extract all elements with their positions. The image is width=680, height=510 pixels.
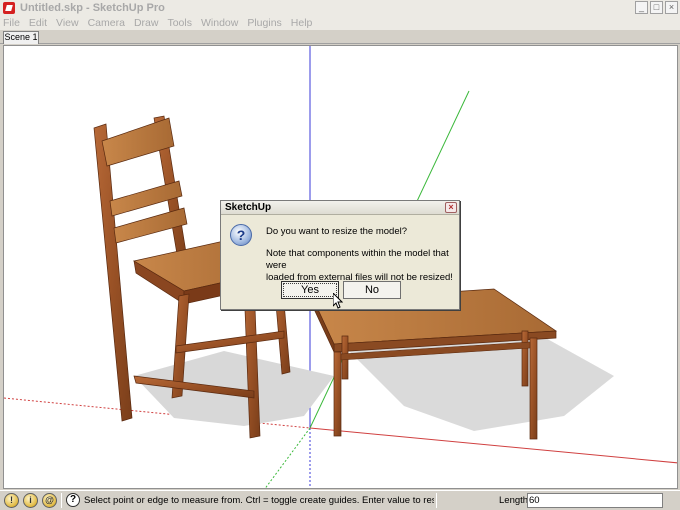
dialog-note-line-1: Note that components within the model th… bbox=[266, 248, 449, 271]
maximize-button[interactable]: □ bbox=[650, 1, 663, 14]
minimize-button[interactable]: _ bbox=[635, 1, 648, 14]
dialog-title: SketchUp bbox=[225, 202, 272, 213]
sketchup-app-icon[interactable] bbox=[3, 2, 15, 14]
status-separator bbox=[61, 493, 62, 508]
window-controls: _ □ × bbox=[635, 1, 678, 14]
dialog-close-button[interactable]: × bbox=[445, 202, 457, 213]
question-icon: ? bbox=[230, 224, 252, 246]
length-input[interactable]: 60 bbox=[527, 493, 663, 508]
menu-draw[interactable]: Draw bbox=[134, 17, 159, 29]
sky-area bbox=[4, 46, 677, 91]
dialog-question: Do you want to resize the model? bbox=[266, 226, 407, 237]
close-button[interactable]: × bbox=[665, 1, 678, 14]
menu-view[interactable]: View bbox=[56, 17, 79, 29]
menu-help[interactable]: Help bbox=[291, 17, 313, 29]
status-message: Select point or edge to measure from. Ct… bbox=[84, 495, 434, 506]
status-bar: ! i @ ? Select point or edge to measure … bbox=[0, 490, 680, 510]
menu-camera[interactable]: Camera bbox=[88, 17, 125, 29]
menu-edit[interactable]: Edit bbox=[29, 17, 47, 29]
credits-icon[interactable]: i bbox=[23, 493, 38, 508]
dialog-note: Note that components within the model th… bbox=[266, 248, 461, 284]
user-icon[interactable]: @ bbox=[42, 493, 57, 508]
scene-tab-bar: Scene 1 bbox=[0, 30, 680, 44]
red-axis bbox=[309, 427, 677, 464]
menu-bar: File Edit View Camera Draw Tools Window … bbox=[0, 16, 680, 30]
green-axis-dotted bbox=[264, 427, 311, 488]
window-title: Untitled.skp - SketchUp Pro bbox=[20, 2, 165, 14]
table-leg-front-right bbox=[529, 337, 538, 440]
no-button[interactable]: No bbox=[343, 281, 401, 299]
yes-button[interactable]: Yes bbox=[281, 281, 339, 299]
menu-window[interactable]: Window bbox=[201, 17, 238, 29]
status-separator bbox=[436, 493, 437, 508]
chair-stretcher-side bbox=[175, 330, 285, 354]
menu-plugins[interactable]: Plugins bbox=[247, 17, 281, 29]
geo-location-icon[interactable]: ! bbox=[4, 493, 19, 508]
dialog-title-bar: SketchUp × bbox=[221, 201, 459, 215]
menu-file[interactable]: File bbox=[3, 17, 20, 29]
menu-tools[interactable]: Tools bbox=[167, 17, 192, 29]
tab-scene-1[interactable]: Scene 1 bbox=[3, 31, 39, 44]
mouse-cursor-icon bbox=[333, 293, 343, 309]
table-leg-back-right bbox=[521, 330, 529, 387]
title-bar: Untitled.skp - SketchUp Pro _ □ × bbox=[0, 0, 680, 16]
length-label: Length bbox=[499, 495, 529, 506]
chair-back-leg-left bbox=[93, 123, 133, 422]
table-leg-front-left bbox=[333, 351, 342, 437]
help-icon[interactable]: ? bbox=[66, 493, 80, 507]
